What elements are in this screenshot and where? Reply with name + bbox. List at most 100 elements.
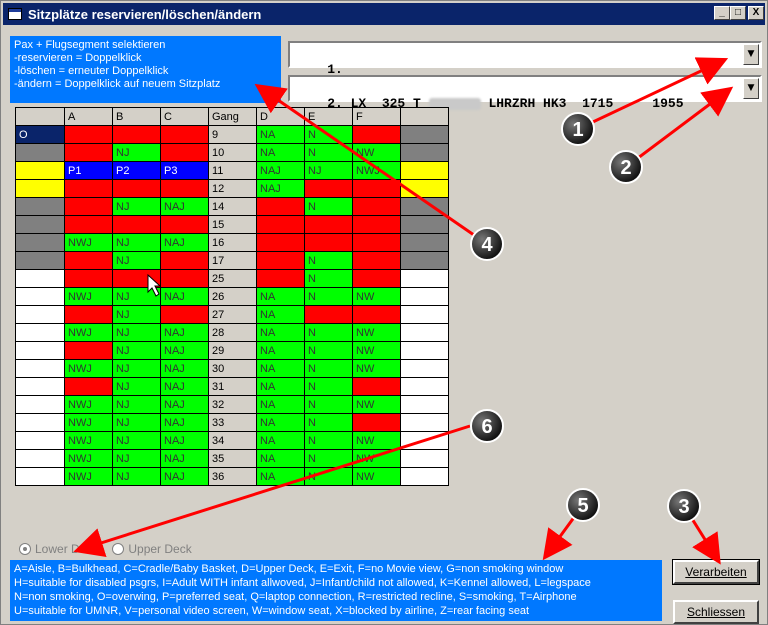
seat-cell[interactable]: [64, 215, 113, 234]
seat-cell[interactable]: NJ: [112, 431, 161, 450]
seat-cell[interactable]: NA: [256, 395, 305, 414]
seat-cell[interactable]: NWJ: [64, 467, 113, 486]
seat-cell[interactable]: [352, 197, 401, 216]
seat-cell[interactable]: NAJ: [160, 377, 209, 396]
seat-cell[interactable]: N: [304, 143, 353, 162]
seat-cell[interactable]: [304, 179, 353, 198]
seat-cell[interactable]: NW: [352, 449, 401, 468]
seat-cell[interactable]: [256, 269, 305, 288]
seat-cell[interactable]: [64, 341, 113, 360]
seat-cell[interactable]: [352, 377, 401, 396]
close-button[interactable]: X: [748, 6, 764, 20]
seat-cell[interactable]: [352, 413, 401, 432]
seat-cell[interactable]: NJ: [112, 305, 161, 324]
seat-cell[interactable]: P1: [64, 161, 113, 180]
seat-cell[interactable]: NJ: [112, 323, 161, 342]
seat-cell[interactable]: N: [304, 287, 353, 306]
seat-cell[interactable]: [64, 305, 113, 324]
seat-cell[interactable]: N: [304, 467, 353, 486]
seat-cell[interactable]: NWJ: [64, 431, 113, 450]
seat-cell[interactable]: [112, 269, 161, 288]
seat-cell[interactable]: NAJ: [160, 323, 209, 342]
seat-cell[interactable]: NWJ: [64, 323, 113, 342]
seat-cell[interactable]: NW: [352, 341, 401, 360]
chevron-down-icon[interactable]: ▼: [743, 44, 759, 65]
seat-cell[interactable]: NJ: [112, 287, 161, 306]
seat-cell[interactable]: NJ: [112, 251, 161, 270]
seat-cell[interactable]: NJ: [112, 449, 161, 468]
upper-deck-radio[interactable]: Upper Deck: [112, 542, 192, 556]
seat-cell[interactable]: NAJ: [160, 287, 209, 306]
seat-cell[interactable]: [112, 125, 161, 144]
seat-cell[interactable]: NW: [352, 431, 401, 450]
seat-cell[interactable]: N: [304, 197, 353, 216]
seat-cell[interactable]: NA: [256, 377, 305, 396]
seat-cell[interactable]: [304, 215, 353, 234]
seat-cell[interactable]: N: [304, 449, 353, 468]
seat-cell[interactable]: NJ: [112, 233, 161, 252]
seat-cell[interactable]: NAJ: [160, 413, 209, 432]
seat-cell[interactable]: [352, 215, 401, 234]
seat-cell[interactable]: NWJ: [352, 161, 401, 180]
seat-cell[interactable]: N: [304, 251, 353, 270]
seat-cell[interactable]: NA: [256, 143, 305, 162]
seat-cell[interactable]: [304, 233, 353, 252]
seat-cell[interactable]: P2: [112, 161, 161, 180]
seat-cell[interactable]: [352, 305, 401, 324]
seat-cell[interactable]: NAJ: [160, 431, 209, 450]
seat-cell[interactable]: [352, 269, 401, 288]
maximize-button[interactable]: □: [730, 6, 746, 20]
seat-cell[interactable]: NAJ: [256, 179, 305, 198]
seat-cell[interactable]: [304, 305, 353, 324]
seat-cell[interactable]: [256, 251, 305, 270]
seat-cell[interactable]: NAJ: [160, 341, 209, 360]
seat-cell[interactable]: NWJ: [64, 449, 113, 468]
seat-cell[interactable]: [160, 305, 209, 324]
seat-cell[interactable]: N: [304, 269, 353, 288]
seat-cell[interactable]: NW: [352, 359, 401, 378]
seat-cell[interactable]: NWJ: [64, 413, 113, 432]
seat-cell[interactable]: NAJ: [160, 233, 209, 252]
seat-cell[interactable]: NAJ: [160, 395, 209, 414]
seat-cell[interactable]: NWJ: [64, 233, 113, 252]
seat-cell[interactable]: [256, 233, 305, 252]
seat-cell[interactable]: NA: [256, 413, 305, 432]
seat-cell[interactable]: N: [304, 413, 353, 432]
seat-cell[interactable]: [160, 215, 209, 234]
seat-cell[interactable]: N: [304, 341, 353, 360]
seat-cell[interactable]: [160, 125, 209, 144]
seat-cell[interactable]: [352, 251, 401, 270]
seat-cell[interactable]: [64, 197, 113, 216]
seat-cell[interactable]: NJ: [112, 143, 161, 162]
seat-cell[interactable]: NJ: [112, 197, 161, 216]
seat-cell[interactable]: NA: [256, 341, 305, 360]
seat-cell[interactable]: NW: [352, 323, 401, 342]
seat-cell[interactable]: N: [304, 125, 353, 144]
seat-cell[interactable]: NJ: [112, 377, 161, 396]
seat-cell[interactable]: NA: [256, 431, 305, 450]
seat-cell[interactable]: NWJ: [64, 359, 113, 378]
seat-cell[interactable]: N: [304, 323, 353, 342]
seat-cell[interactable]: NWJ: [64, 395, 113, 414]
seat-cell[interactable]: NA: [256, 287, 305, 306]
seat-cell[interactable]: NJ: [112, 467, 161, 486]
seat-cell[interactable]: NA: [256, 467, 305, 486]
seat-cell[interactable]: NW: [352, 395, 401, 414]
seat-cell[interactable]: [112, 215, 161, 234]
seat-cell[interactable]: NA: [256, 305, 305, 324]
seat-cell[interactable]: [352, 233, 401, 252]
seat-cell[interactable]: [256, 215, 305, 234]
seat-cell[interactable]: NW: [352, 467, 401, 486]
seat-cell[interactable]: [160, 269, 209, 288]
seat-cell[interactable]: [64, 125, 113, 144]
seat-cell[interactable]: [352, 179, 401, 198]
seat-cell[interactable]: NW: [352, 143, 401, 162]
seat-cell[interactable]: [160, 251, 209, 270]
seat-cell[interactable]: NJ: [112, 359, 161, 378]
seat-cell[interactable]: NW: [352, 287, 401, 306]
seat-cell[interactable]: N: [304, 395, 353, 414]
minimize-button[interactable]: _: [714, 6, 730, 20]
lower-deck-radio[interactable]: Lower Deck: [19, 542, 98, 556]
seat-cell[interactable]: NJ: [112, 341, 161, 360]
seat-cell[interactable]: [64, 143, 113, 162]
